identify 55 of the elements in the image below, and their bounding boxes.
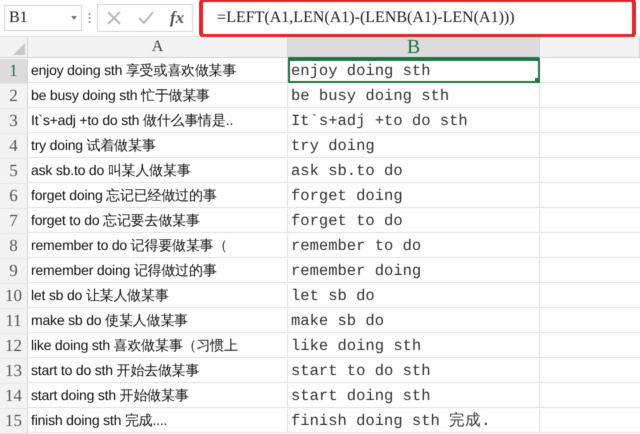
- table-cell: It`s+adj +to do sth 做什么事情是..: [28, 109, 288, 133]
- table-cell: try doing: [288, 134, 540, 158]
- table-cell: forget doing 忘记已经做过的事: [28, 184, 288, 208]
- row-header[interactable]: 11: [0, 309, 28, 334]
- table-cell: be busy doing sth: [288, 84, 540, 108]
- table-cell: start to do sth: [288, 359, 540, 383]
- row-header[interactable]: 13: [0, 359, 28, 384]
- table-cell: start doing sth: [288, 384, 540, 408]
- table-cell: finish doing sth 完成.: [288, 409, 540, 433]
- row-header[interactable]: 4: [0, 134, 28, 159]
- table-cell: enjoy doing sth 享受或喜欢做某事: [28, 59, 288, 83]
- table-cell: be busy doing sth 忙于做某事: [28, 84, 288, 108]
- table-cell: try doing 试着做某事: [28, 134, 288, 158]
- row-header[interactable]: 3: [0, 109, 28, 134]
- table-cell: start to do sth 开始去做某事: [28, 359, 288, 383]
- column-header[interactable]: [540, 37, 640, 58]
- table-cell: ask sb.to do: [288, 159, 540, 183]
- table-cell: remember to do: [288, 234, 540, 258]
- caret-icon: [71, 16, 77, 20]
- table-cell: forget doing: [288, 184, 540, 208]
- table-cell: make sb do: [288, 309, 540, 333]
- table-cell: let sb do 让某人做某事: [28, 284, 288, 308]
- table-cell: start doing sth 开始做某事: [28, 384, 288, 408]
- table-cell: ask sb.to do 叫某人做某事: [28, 159, 288, 183]
- table-cell: remember to do 记得要做某事（: [28, 234, 288, 258]
- row-header[interactable]: 10: [0, 284, 28, 309]
- table-cell: let sb do: [288, 284, 540, 308]
- row-header[interactable]: 9: [0, 259, 28, 284]
- column-header[interactable]: A: [28, 37, 288, 58]
- row-header[interactable]: 7: [0, 209, 28, 234]
- row-header[interactable]: 15: [0, 409, 28, 434]
- row-header[interactable]: 2: [0, 84, 28, 109]
- check-icon[interactable]: [138, 10, 154, 26]
- column-header[interactable]: B: [288, 37, 540, 59]
- insert-function-button[interactable]: fx: [170, 8, 184, 28]
- table-cell: forget to do: [288, 209, 540, 233]
- drag-handle-icon[interactable]: [88, 12, 91, 24]
- table-cell: like doing sth 喜欢做某事（习惯上: [28, 334, 288, 358]
- table-cell: It`s+adj +to do sth: [288, 109, 540, 133]
- row-header[interactable]: 14: [0, 384, 28, 409]
- table-cell: enjoy doing sth: [288, 59, 540, 83]
- cancel-icon[interactable]: [106, 10, 122, 26]
- table-cell: forget to do 忘记要去做某事: [28, 209, 288, 233]
- row-header[interactable]: 12: [0, 334, 28, 359]
- table-cell: make sb do 使某人做某事: [28, 309, 288, 333]
- row-header[interactable]: 6: [0, 184, 28, 209]
- table-cell: remember doing: [288, 259, 540, 283]
- select-all-icon[interactable]: [13, 43, 25, 55]
- table-cell: like doing sth: [288, 334, 540, 358]
- table-cell: remember doing 记得做过的事: [28, 259, 288, 283]
- row-header[interactable]: 8: [0, 234, 28, 259]
- name-box[interactable]: B1: [4, 5, 82, 31]
- table-cell: finish doing sth 完成....: [28, 409, 288, 433]
- row-header[interactable]: 1: [0, 59, 28, 84]
- row-header[interactable]: 5: [0, 159, 28, 184]
